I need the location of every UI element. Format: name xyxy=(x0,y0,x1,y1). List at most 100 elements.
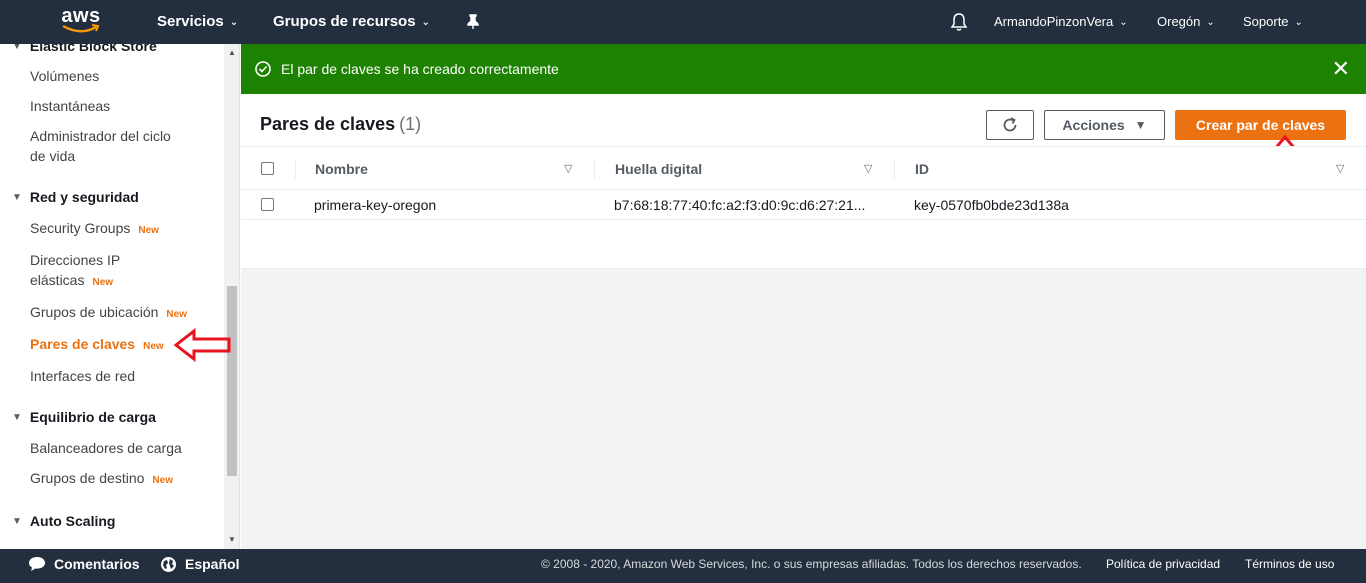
footer: Comentarios Español © 2008 - 2020, Amazo… xyxy=(0,549,1366,583)
close-icon[interactable]: ✕ xyxy=(1332,58,1350,80)
item-count: (1) xyxy=(399,114,422,134)
column-header-name[interactable]: Nombre xyxy=(315,147,368,191)
success-message: El par de claves se ha creado correctame… xyxy=(281,61,559,77)
sidebar-item-security-groups[interactable]: Security Groups New xyxy=(30,218,159,241)
services-label: Servicios xyxy=(157,13,224,30)
sidebar-section-label: Auto Scaling xyxy=(29,513,116,529)
resource-groups-label: Grupos de recursos xyxy=(273,13,416,30)
column-header-fingerprint[interactable]: Huella digital xyxy=(615,147,702,191)
table-row[interactable]: primera-key-oregon b7:68:18:77:40:fc:a2:… xyxy=(241,190,1366,220)
select-all-checkbox[interactable] xyxy=(261,162,274,175)
sort-icon[interactable]: ▽ xyxy=(864,162,872,175)
sidebar-item-label: Grupos de destino xyxy=(30,470,145,486)
sidebar-item-label: Grupos de ubicación xyxy=(30,304,159,320)
column-header-id[interactable]: ID xyxy=(915,147,929,191)
sidebar-section-load-balancing[interactable]: ▼ Equilibrio de carga xyxy=(12,409,156,425)
sidebar-section-label: Elastic Block Store xyxy=(29,44,157,54)
create-key-pair-button[interactable]: Crear par de claves xyxy=(1175,110,1346,140)
sidebar-section-network-security[interactable]: ▼ Red y seguridad xyxy=(12,189,139,205)
region-menu[interactable]: Oregón ⌄ xyxy=(1157,0,1215,44)
sidebar-item-placement-groups[interactable]: Grupos de ubicación New xyxy=(30,302,187,325)
column-divider xyxy=(594,159,595,179)
page-title: Pares de claves (1) xyxy=(260,114,421,135)
scrollbar-thumb[interactable] xyxy=(227,286,237,476)
caret-down-icon: ▼ xyxy=(1134,118,1147,132)
new-badge: New xyxy=(152,475,173,486)
actions-dropdown[interactable]: Acciones ▼ xyxy=(1044,110,1165,140)
support-menu[interactable]: Soporte ⌄ xyxy=(1243,0,1303,44)
scroll-up-arrow-icon[interactable]: ▲ xyxy=(224,46,239,60)
column-divider xyxy=(295,159,296,179)
resource-groups-menu[interactable]: Grupos de recursos ⌄ xyxy=(273,0,430,44)
refresh-button[interactable] xyxy=(986,110,1034,140)
chevron-down-icon: ⌄ xyxy=(1206,17,1215,28)
sort-icon[interactable]: ▽ xyxy=(1336,162,1344,175)
sidebar-section-label: Red y seguridad xyxy=(29,189,139,205)
caret-down-icon: ▼ xyxy=(12,411,22,423)
feedback-label: Comentarios xyxy=(54,556,140,572)
sidebar-item-label: Administrador del ciclo xyxy=(30,128,171,144)
success-notification: El par de claves se ha creado correctame… xyxy=(241,44,1366,94)
sidebar-item-elastic-ips[interactable]: Direcciones IP elásticas New xyxy=(30,250,120,293)
services-menu[interactable]: Servicios ⌄ xyxy=(157,0,238,44)
sidebar-item-snapshots[interactable]: Instantáneas xyxy=(30,96,110,116)
annotation-left-arrow-icon xyxy=(174,328,231,362)
caret-down-icon: ▼ xyxy=(12,515,22,527)
sidebar-section-ebs[interactable]: ▼ Elastic Block Store xyxy=(12,44,157,54)
aws-logo[interactable]: aws xyxy=(58,6,104,38)
sidebar-item-label: Direcciones IP xyxy=(30,252,121,268)
sidebar-section-auto-scaling[interactable]: ▼ Auto Scaling xyxy=(12,513,115,529)
key-pair-id: key-0570fb0bde23d138a xyxy=(914,197,1069,213)
terms-of-use-link[interactable]: Términos de uso xyxy=(1245,549,1334,579)
sidebar-section-label: Equilibrio de carga xyxy=(29,409,156,425)
new-badge: New xyxy=(138,225,159,236)
copyright-text: © 2008 - 2020, Amazon Web Services, Inc.… xyxy=(541,557,1082,571)
refresh-icon xyxy=(1003,117,1017,132)
chevron-down-icon: ⌄ xyxy=(229,17,239,28)
sidebar-item-target-groups[interactable]: Grupos de destino New xyxy=(30,468,173,491)
sidebar-item-label: de vida xyxy=(30,148,76,164)
notifications-bell-icon[interactable] xyxy=(950,0,968,44)
sidebar-item-key-pairs[interactable]: Pares de claves New xyxy=(30,334,164,357)
chevron-down-icon: ⌄ xyxy=(421,17,430,28)
page-title-text: Pares de claves xyxy=(260,114,396,134)
new-badge: New xyxy=(166,309,187,320)
chevron-down-icon: ⌄ xyxy=(1119,17,1128,28)
pin-icon[interactable] xyxy=(466,0,480,44)
sidebar: ▼ Elastic Block Store Volúmenes Instantá… xyxy=(0,44,240,549)
user-menu[interactable]: ArmandoPinzonVera ⌄ xyxy=(994,0,1128,44)
sidebar-item-load-balancers[interactable]: Balanceadores de carga xyxy=(30,438,182,458)
support-label: Soporte xyxy=(1243,14,1289,29)
region-name: Oregón xyxy=(1157,14,1201,29)
sidebar-scrollbar[interactable]: ▲ ▼ xyxy=(224,44,239,549)
caret-down-icon: ▼ xyxy=(12,191,22,203)
key-pair-name: primera-key-oregon xyxy=(314,197,437,213)
row-checkbox[interactable] xyxy=(261,198,274,211)
top-navigation-bar: aws Servicios ⌄ Grupos de recursos ⌄ Arm… xyxy=(0,0,1366,44)
sidebar-item-lifecycle-manager[interactable]: Administrador del ciclo de vida xyxy=(30,126,171,166)
table-header: Nombre ▽ Huella digital ▽ ID ▽ xyxy=(241,146,1366,190)
user-name: ArmandoPinzonVera xyxy=(994,14,1114,29)
chevron-down-icon: ⌄ xyxy=(1294,17,1303,28)
language-label: Español xyxy=(185,556,240,572)
sort-icon[interactable]: ▽ xyxy=(564,162,572,175)
actions-label: Acciones xyxy=(1062,117,1125,133)
scroll-down-arrow-icon[interactable]: ▼ xyxy=(224,533,239,547)
sidebar-item-label: Pares de claves xyxy=(30,336,136,352)
caret-down-icon: ▼ xyxy=(12,44,22,52)
column-divider xyxy=(894,159,895,179)
key-pair-fingerprint: b7:68:18:77:40:fc:a2:f3:d0:9c:d6:27:21..… xyxy=(614,197,866,213)
sidebar-item-label: elásticas xyxy=(30,272,85,288)
success-check-icon xyxy=(255,61,271,77)
new-badge: New xyxy=(92,277,114,288)
language-selector[interactable]: Español xyxy=(160,549,239,579)
aws-smile-icon xyxy=(62,24,100,33)
sidebar-item-network-interfaces[interactable]: Interfaces de red xyxy=(30,366,135,386)
sidebar-item-volumes[interactable]: Volúmenes xyxy=(30,66,99,86)
sidebar-item-label: Security Groups xyxy=(30,220,131,236)
privacy-policy-link[interactable]: Política de privacidad xyxy=(1106,549,1220,579)
new-badge: New xyxy=(143,341,164,352)
feedback-link[interactable]: Comentarios xyxy=(28,549,140,579)
aws-logo-text: aws xyxy=(61,5,101,27)
main-content: El par de claves se ha creado correctame… xyxy=(241,44,1366,549)
